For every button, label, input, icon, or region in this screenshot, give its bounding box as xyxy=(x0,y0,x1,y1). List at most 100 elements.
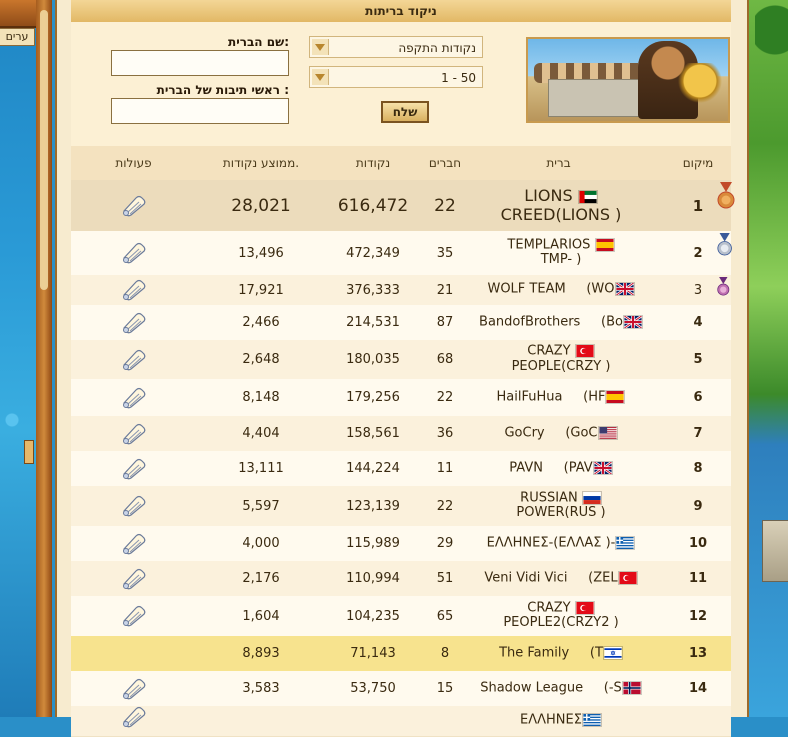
rank-range-select[interactable]: 1 - 50 xyxy=(309,66,483,88)
alliance-cell[interactable]: Veni Vidi Vici (ZEL xyxy=(466,561,656,596)
alliance-name-line: Veni Vidi Vici (ZEL xyxy=(484,570,638,586)
alliance-name-line: BandofBrothers (Bo xyxy=(479,314,643,330)
alliance-cell[interactable]: The Family (T xyxy=(466,636,656,671)
map-background-right xyxy=(743,0,788,717)
panel-body: ניקוד בריתות נקודות התקפה 1 - 50 שלח שם … xyxy=(71,0,735,737)
members-cell: 22 xyxy=(436,498,454,514)
send-message-icon[interactable] xyxy=(121,305,147,340)
rank-cell: 4 xyxy=(693,315,703,330)
rank-cell: 11 xyxy=(688,571,708,586)
members-cell: 35 xyxy=(436,245,454,261)
alliance-name-line: Shadow League (-S xyxy=(480,680,642,696)
country-flag-icon xyxy=(614,282,635,297)
members-cell: 15 xyxy=(436,681,454,696)
members-cell: 8 xyxy=(440,646,450,661)
alliance-tag: (-S xyxy=(603,680,622,696)
members-cell: 51 xyxy=(436,571,454,586)
alliance-ranking-panel: ניקוד בריתות נקודות התקפה 1 - 50 שלח שם … xyxy=(55,0,749,737)
building-decoration xyxy=(762,520,788,582)
alliance-tag: POWER(RUS ) xyxy=(516,505,606,521)
country-flag-icon xyxy=(597,425,618,440)
alliance-cell[interactable]: Shadow League (-S xyxy=(466,671,656,706)
alliance-cell[interactable]: CRAZY PEOPLE(CRZY ) xyxy=(466,340,656,379)
alliance-tag: (GoC xyxy=(565,425,598,441)
alliance-cell[interactable]: LIONS CREED(LIONS ) xyxy=(466,180,656,231)
header-average-points[interactable]: ממוצע נקודות. xyxy=(201,146,321,180)
avg-cell: 13,111 xyxy=(238,461,284,476)
avg-cell: 2,466 xyxy=(242,315,280,330)
avg-cell: 4,000 xyxy=(242,536,280,551)
alliance-tag: (PAV xyxy=(563,460,593,476)
alliance-cell[interactable]: GoCry (GoC xyxy=(466,416,656,451)
alliance-cell[interactable]: TEMPLARIOS TMP- ) xyxy=(466,231,656,275)
send-message-icon[interactable] xyxy=(121,379,147,416)
country-flag-icon xyxy=(615,535,636,550)
send-message-icon[interactable] xyxy=(121,596,147,636)
panel-title: ניקוד בריתות xyxy=(71,0,731,23)
table-row: 9 RUSSIAN POWER(RUS ) 22 123,139 5,597 xyxy=(71,486,731,527)
send-message-icon[interactable] xyxy=(121,706,147,736)
send-message-icon[interactable] xyxy=(121,231,147,275)
alliance-cell[interactable]: PAVN (PAV xyxy=(466,451,656,486)
ranking-banner-image xyxy=(526,37,730,123)
scrollbar-thumb[interactable] xyxy=(40,10,48,290)
alliance-name: GoCry xyxy=(504,425,545,441)
points-cell: 180,035 xyxy=(346,352,400,367)
alliance-name-line: The Family (T xyxy=(499,645,623,661)
header-rank[interactable]: מיקום xyxy=(671,146,725,180)
alliance-name: Veni Vidi Vici xyxy=(484,570,568,586)
alliance-name-input[interactable] xyxy=(111,50,289,76)
send-message-icon[interactable] xyxy=(121,486,147,526)
tree-decoration xyxy=(755,0,788,80)
send-message-icon[interactable] xyxy=(121,180,147,231)
alliance-cell[interactable]: HailFuHua (HF xyxy=(466,379,656,416)
ranking-type-select[interactable]: נקודות התקפה xyxy=(309,36,483,58)
table-row: 6 HailFuHua (HF 22 179,256 8,148 xyxy=(71,379,731,417)
country-flag-icon xyxy=(581,713,602,728)
country-flag-icon xyxy=(621,680,642,695)
members-cell: 68 xyxy=(436,352,454,367)
send-message-icon[interactable] xyxy=(121,671,147,706)
rank-cell: 9 xyxy=(693,498,703,514)
header-members[interactable]: חברים xyxy=(416,146,474,180)
alliance-tag-input[interactable] xyxy=(111,98,289,124)
points-cell: 53,750 xyxy=(350,681,396,696)
alliance-tag: PEOPLE2(CRZY2 ) xyxy=(503,615,619,631)
rank-cell: 13 xyxy=(688,646,708,661)
table-row: 14 Shadow League (-S 15 53,750 3,583 xyxy=(71,671,731,707)
members-cell: 29 xyxy=(436,536,454,551)
country-flag-icon xyxy=(622,314,643,329)
send-message-icon[interactable] xyxy=(121,451,147,486)
points-cell: 71,143 xyxy=(350,646,396,661)
avg-cell: 8,893 xyxy=(242,646,280,661)
rank-cell: 3 xyxy=(693,282,703,298)
alliance-tag: (WO xyxy=(586,281,615,297)
cities-tab[interactable]: ערים xyxy=(0,28,35,46)
country-flag-icon xyxy=(602,645,623,660)
header-alliance[interactable]: ברית xyxy=(471,146,646,180)
alliance-cell[interactable]: RUSSIAN POWER(RUS ) xyxy=(466,486,656,526)
alliance-cell[interactable]: BandofBrothers (Bo xyxy=(466,305,656,340)
alliance-cell[interactable]: WOLF TEAM (WO xyxy=(466,275,656,305)
alliance-name: ΕΛΛΗΝΕΣ xyxy=(520,712,582,728)
alliance-tag: (T xyxy=(589,645,603,661)
send-message-icon[interactable] xyxy=(121,561,147,596)
alliance-cell[interactable]: ΕΛΛΗΝΕΣ xyxy=(466,706,656,736)
search-form: נקודות התקפה 1 - 50 שלח שם הברית: ראשי ת… xyxy=(71,22,731,146)
send-message-icon[interactable] xyxy=(121,340,147,379)
alliance-name: WOLF TEAM xyxy=(487,281,566,297)
send-button[interactable]: שלח xyxy=(381,101,429,123)
send-message-icon[interactable] xyxy=(121,275,147,305)
avg-cell: 5,597 xyxy=(242,498,280,514)
points-cell: 104,235 xyxy=(346,608,400,624)
send-message-icon[interactable] xyxy=(121,526,147,561)
header-points[interactable]: נקודות xyxy=(333,146,413,180)
country-flag-icon xyxy=(594,237,615,252)
alliance-cell[interactable]: ΕΛΛΗΝΕΣ-(ΕΛΛΑΣ )- xyxy=(466,526,656,561)
points-cell: 115,989 xyxy=(346,536,400,551)
alliance-name-line: ΕΛΛΗΝΕΣ-(ΕΛΛΑΣ )- xyxy=(487,535,636,551)
rank-cell: 8 xyxy=(693,461,703,476)
alliance-cell[interactable]: CRAZY PEOPLE2(CRZY2 ) xyxy=(466,596,656,636)
send-message-icon[interactable] xyxy=(121,416,147,451)
avg-cell: 28,021 xyxy=(231,195,291,216)
